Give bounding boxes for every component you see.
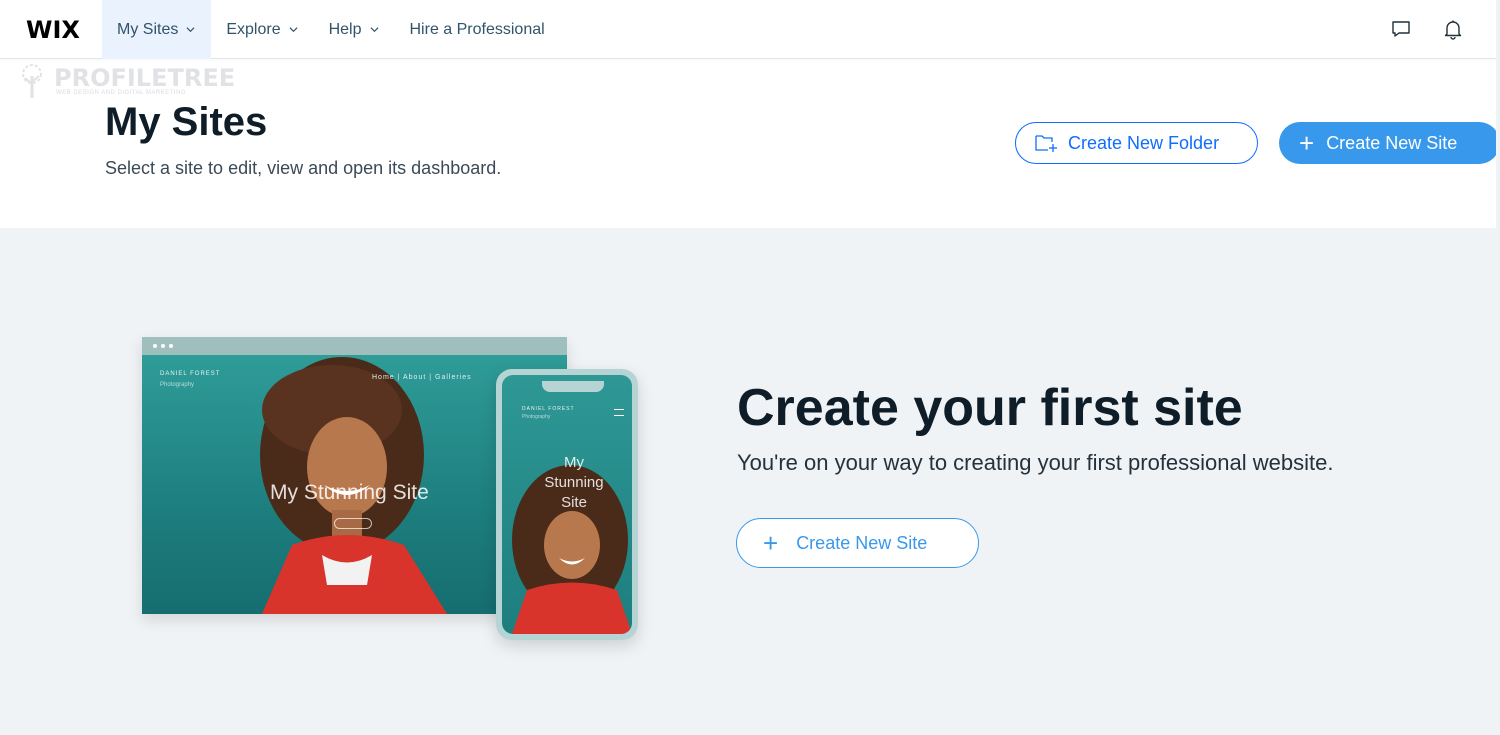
watermark-text: PROFILETREE <box>54 64 236 92</box>
plus-icon: + <box>1299 128 1315 158</box>
create-new-site-label: Create New Site <box>1326 132 1458 153</box>
add-folder-icon <box>1035 135 1057 152</box>
nav-item-label: Help <box>328 20 362 38</box>
site-brand-name: DANIEL FOREST <box>160 371 221 377</box>
mobile-site-preview: DANIEL FOREST Photography My Stunning Si… <box>496 369 638 640</box>
create-new-site-button[interactable]: + Create New Site <box>1279 122 1500 164</box>
phone-notch <box>542 381 604 392</box>
site-title-text: My Stunning Site <box>270 481 429 504</box>
bell-icon[interactable] <box>1442 18 1464 40</box>
chat-icon[interactable] <box>1390 18 1412 40</box>
chevron-down-icon <box>289 27 298 33</box>
plus-icon: + <box>763 528 779 558</box>
wix-logo[interactable]: WIX <box>26 16 80 44</box>
nav-item-help[interactable]: Help <box>314 0 395 59</box>
browser-dot <box>153 344 157 348</box>
main-nav: My Sites Explore Help Hire a Professiona… <box>102 0 561 59</box>
nav-item-label: Explore <box>226 20 281 38</box>
nav-item-hire-professional[interactable]: Hire a Professional <box>395 0 561 59</box>
browser-dot <box>161 344 165 348</box>
phone-screen: DANIEL FOREST Photography My Stunning Si… <box>502 375 632 634</box>
top-icons <box>1390 18 1464 40</box>
hamburger-icon <box>614 409 624 416</box>
top-navigation-bar: WIX My Sites Explore Help Hire a Profess… <box>0 0 1500 59</box>
profiletree-watermark: PROFILETREE WEB DESIGN AND DIGITAL MARKE… <box>14 62 235 100</box>
nav-item-my-sites[interactable]: My Sites <box>102 0 212 59</box>
nav-item-label: My Sites <box>117 20 179 38</box>
site-menu: Home | About | Galleries <box>372 374 472 381</box>
site-brand-sub: Photography <box>522 414 551 420</box>
watermark-subtext: WEB DESIGN AND DIGITAL MARKETING <box>56 90 187 96</box>
phone-site-title: My Stunning Site <box>544 454 604 511</box>
empty-state-subtitle: You're on your way to creating your firs… <box>737 450 1334 475</box>
tree-icon <box>22 64 42 98</box>
nav-item-explore[interactable]: Explore <box>211 0 313 59</box>
create-new-folder-label: Create New Folder <box>1068 132 1220 153</box>
site-brand-sub: Photography <box>160 382 195 388</box>
site-start-button <box>334 518 372 529</box>
chevron-down-icon <box>369 27 379 33</box>
empty-state-title: Create your first site <box>737 379 1243 437</box>
chevron-down-icon <box>186 27 195 33</box>
site-brand-name: DANIEL FOREST <box>522 406 575 412</box>
empty-state-button-label: Create New Site <box>796 532 928 553</box>
browser-bar <box>142 337 567 355</box>
page-title: My Sites <box>105 100 268 144</box>
page-subtitle: Select a site to edit, view and open its… <box>105 158 502 178</box>
create-new-folder-button[interactable]: Create New Folder <box>1015 122 1258 164</box>
empty-state-create-site-button[interactable]: + Create New Site <box>736 518 979 568</box>
browser-dot <box>169 344 173 348</box>
nav-item-label: Hire a Professional <box>409 20 545 38</box>
page-scrollbar-edge[interactable] <box>1496 0 1500 735</box>
